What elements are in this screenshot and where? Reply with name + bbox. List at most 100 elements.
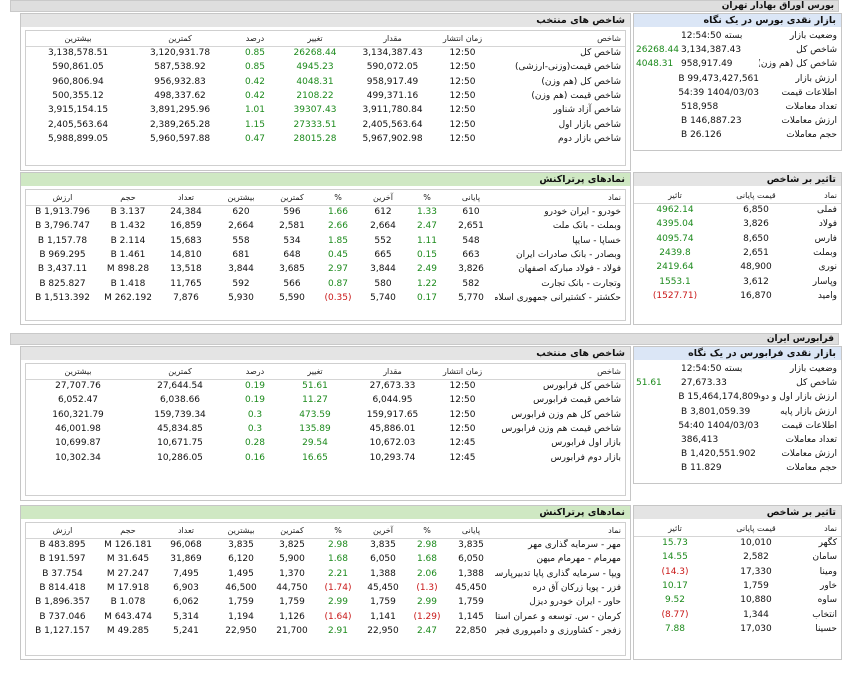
index-row[interactable]: شاخص بازار اول 12:50 2,405,563.64 27333.51 1… (26, 117, 625, 131)
impact-row[interactable]: سامان 2,582 14.55 (634, 550, 841, 564)
impact-row[interactable]: فملی 6,850 4962.14 (634, 203, 841, 217)
symbol-row[interactable]: خودرو - ایران خودرو 610 1.33 612 1.66 596 620 2… (26, 205, 625, 219)
symbol-row[interactable]: فزر - پویا زرکان آق دره 45,450 (1.3) 45,450… (26, 581, 625, 595)
symbol-name-link[interactable]: وبملت - بانک ملت (495, 219, 625, 233)
index-row[interactable]: شاخص کل هم وزن فرابورس 12:50 159,917.65 473… (26, 408, 625, 422)
impact-symbol-link[interactable]: ساوه (796, 593, 841, 607)
market-label: وضعیت بازار (789, 364, 837, 375)
symbol-cell: 7,495 (173, 568, 199, 579)
symbol-name-link[interactable]: کرمان - س. توسعه و عمران استان کرمان (495, 609, 625, 623)
impact-symbol-link[interactable]: وامید (796, 289, 841, 303)
impact-row[interactable]: نوری 48,900 2419.64 (634, 260, 841, 274)
index-cell: 3,138,578.51 (47, 48, 109, 59)
impact-symbol-link[interactable]: فولاد (796, 217, 841, 231)
symbol-row[interactable]: کرمان - س. توسعه و عمران استان کرمان 1,14… (26, 609, 625, 623)
impact-row[interactable]: حسینا 17,030 7.88 (634, 622, 841, 636)
symbol-row[interactable]: مهر - سرمایه گذاری مهر 3,835 2.98 3,835 2.98… (26, 538, 625, 552)
impact-row[interactable]: کگهر 10,010 15.73 (634, 536, 841, 550)
symbol-row[interactable]: حاور - ایران خودرو دیزل 1,759 2.99 1,759 2.9… (26, 595, 625, 609)
index-cell: 3,891,295.96 (149, 105, 211, 116)
index-name[interactable]: شاخص کل (هم وزن) (490, 75, 625, 89)
index-cell: 0.42 (244, 91, 266, 102)
symbol-row[interactable]: فولاد - فولاد مبارکه اصفهان 3,826 2.49 3,84… (26, 262, 625, 276)
index-row[interactable]: شاخص آزاد شناور 12:50 3,911,780.84 39307.43… (26, 103, 625, 117)
impact-symbol-link[interactable]: کگهر (796, 536, 841, 550)
impact-symbol-link[interactable]: نوری (796, 260, 841, 274)
index-cell: 10,286.05 (157, 452, 203, 463)
symbol-name-link[interactable]: خساپا - سایپا (495, 234, 625, 248)
fara-indices-title: شاخص های منتخب (21, 347, 630, 360)
symbol-cell: 1,896.357 B (35, 597, 90, 608)
symbol-name-link[interactable]: فولاد - فولاد مبارکه اصفهان (495, 262, 625, 276)
index-name[interactable]: شاخص بازار دوم (490, 132, 625, 146)
impact-symbol-link[interactable]: حسینا (796, 622, 841, 636)
impact-row[interactable]: وپاسار 3,612 1553.1 (634, 274, 841, 288)
impact-row[interactable]: ساوه 10,880 9.52 (634, 593, 841, 607)
index-name[interactable]: شاخص قیمت هم وزن فرابورس (490, 422, 625, 436)
index-row[interactable]: بازار دوم فرابورس 12:45 10,293.74 16.65 0.16… (26, 450, 625, 464)
symbol-name-link[interactable]: حاور - ایران خودرو دیزل (495, 595, 625, 609)
symbol-cell: 814.418 B (39, 583, 86, 594)
impact-symbol-link[interactable]: وبملت (796, 246, 841, 260)
index-name[interactable]: شاخص کل (490, 46, 625, 60)
index-row[interactable]: شاخص قیمت (هم وزن) 12:50 499,371.16 2108.22… (26, 89, 625, 103)
symbol-row[interactable]: حکشتر - کشتیرانی جمهوری اسلامی ایران 5,77… (26, 291, 625, 305)
index-name[interactable]: شاخص بازار اول (490, 117, 625, 131)
symbol-cell: (1.3) (416, 583, 438, 594)
impact-row[interactable]: وامید 16,870 (1527.71) (634, 289, 841, 303)
index-name[interactable]: شاخص آزاد شناور (490, 103, 625, 117)
index-name[interactable]: شاخص قیمت فرابورس (490, 393, 625, 407)
index-name[interactable]: شاخص کل هم وزن فرابورس (490, 408, 625, 422)
impact-symbol-link[interactable]: خاور (796, 579, 841, 593)
symbol-cell: 610 (462, 207, 480, 218)
impact-symbol-link[interactable]: ومینا (796, 565, 841, 579)
index-name[interactable]: بازار اول فرابورس (490, 436, 625, 450)
symbol-name-link[interactable]: وبصادر - بانک صادرات ایران (495, 248, 625, 262)
impact-row[interactable]: وبملت 2,651 2439.8 (634, 246, 841, 260)
impact-row[interactable]: ومینا 17,330 (14.3) (634, 565, 841, 579)
impact-row[interactable]: فولاد 3,826 4395.04 (634, 217, 841, 231)
index-name[interactable]: شاخص قیمت (هم وزن) (490, 89, 625, 103)
symbol-name-link[interactable]: خودرو - ایران خودرو (495, 205, 625, 219)
symbol-name-link[interactable]: زفجر - کشاورزی و دامپروری فجر اصفهان (495, 624, 625, 638)
index-row[interactable]: شاخص قیمت فرابورس 12:50 6,044.95 11.27 0.19 6… (26, 393, 625, 407)
symbol-name-link[interactable]: وتجارت - بانک تجارت (495, 276, 625, 290)
symbol-row[interactable]: وبملت - بانک ملت 2,651 2.47 2,664 2.66 2,581 2… (26, 219, 625, 233)
symbol-row[interactable]: وتجارت - بانک تجارت 582 1.22 580 0.87 566 592 1… (26, 276, 625, 290)
symbol-row[interactable]: زفجر - کشاورزی و دامپروری فجر اصفهان 22,8… (26, 624, 625, 638)
index-name[interactable]: شاخص کل فرابورس (490, 379, 625, 393)
index-cell: 5,960,597.88 (149, 133, 211, 144)
symbol-cell: 31,869 (170, 554, 202, 565)
symbol-row[interactable]: وبصادر - بانک صادرات ایران 663 0.15 665 0.45… (26, 248, 625, 262)
symbol-row[interactable]: خساپا - سایپا 548 1.11 552 1.85 534 558 15,683 2… (26, 234, 625, 248)
symbol-name-link[interactable]: فزر - پویا زرکان آق دره (495, 581, 625, 595)
index-row[interactable]: شاخص بازار دوم 12:50 5,967,902.98 28015.28 0… (26, 132, 625, 146)
impact-symbol-link[interactable]: سامان (796, 550, 841, 564)
symbol-name-link[interactable]: ویپا - سرمایه گذاری پایا تدبیرپارسا (495, 567, 625, 581)
impact-symbol-link[interactable]: فارس (796, 232, 841, 246)
impact-row[interactable]: فارس 8,650 4095.74 (634, 232, 841, 246)
column-header: حجم (99, 190, 157, 206)
symbol-name-link[interactable]: مهرمام - مهرمام میهن (495, 552, 625, 566)
index-row[interactable]: بازار اول فرابورس 12:45 10,672.03 29.54 0.28… (26, 436, 625, 450)
symbol-cell: 737.046 B (39, 611, 86, 622)
index-row[interactable]: شاخص قیمت هم وزن فرابورس 12:50 45,886.01 13… (26, 422, 625, 436)
impact-symbol-link[interactable]: انتخاب (796, 607, 841, 621)
impact-symbol-link[interactable]: وپاسار (796, 274, 841, 288)
symbol-row[interactable]: ویپا - سرمایه گذاری پایا تدبیرپارسا 1,388… (26, 567, 625, 581)
impact-symbol-link[interactable]: فملی (796, 203, 841, 217)
index-name[interactable]: شاخص قیمت(وزنی-ارزشی) (490, 60, 625, 74)
symbol-cell: 1,126 (279, 611, 305, 622)
symbol-name-link[interactable]: حکشتر - کشتیرانی جمهوری اسلامی ایران (495, 291, 625, 305)
index-row[interactable]: شاخص کل (هم وزن) 12:50 958,917.49 4048.31 0.… (26, 75, 625, 89)
column-header: مقدار (350, 364, 435, 380)
index-row[interactable]: شاخص کل 12:50 3,134,387.43 26268.44 0.85 3,12… (26, 46, 625, 60)
symbol-name-link[interactable]: مهر - سرمایه گذاری مهر (495, 538, 625, 552)
index-row[interactable]: شاخص کل فرابورس 12:50 27,673.33 51.61 0.19 27… (26, 379, 625, 393)
index-name[interactable]: بازار دوم فرابورس (490, 450, 625, 464)
impact-row[interactable]: خاور 1,759 10.17 (634, 579, 841, 593)
symbol-row[interactable]: مهرمام - مهرمام میهن 6,050 1.68 6,050 1.68 5,… (26, 552, 625, 566)
index-row[interactable]: شاخص قیمت(وزنی-ارزشی) 12:50 590,072.05 4945… (26, 60, 625, 74)
impact-row[interactable]: انتخاب 1,344 (8.77) (634, 607, 841, 621)
column-header: بیشترین (215, 190, 267, 206)
